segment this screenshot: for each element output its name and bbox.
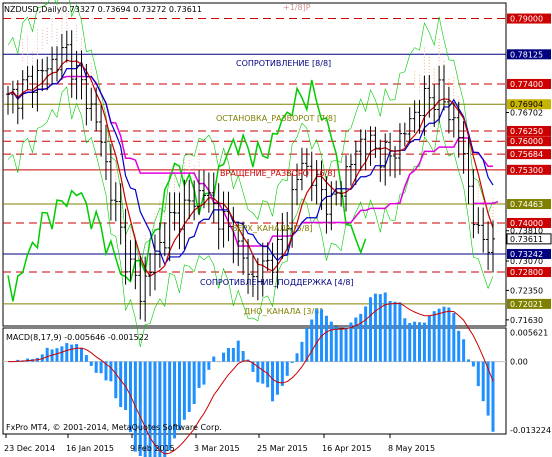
price-axis-label: 0.72021	[510, 300, 543, 309]
price-axis-label: 0.75300	[510, 166, 543, 175]
time-axis-label: 8 May 2015	[388, 444, 435, 453]
time-axis-label: 16 Jan 2015	[66, 444, 114, 453]
price-axis-label: 0.77400	[510, 80, 543, 89]
time-axis-label: 9 Feb 2015	[130, 444, 175, 453]
top-marker-label: +1/8]P	[283, 3, 311, 12]
price-axis-label: 0.76000	[510, 137, 543, 146]
level-label: ОСТАНОВКА_РАЗВОРОТ [7/8]	[216, 114, 336, 123]
time-axis-label: 23 Dec 2014	[4, 444, 55, 453]
chart-header-ohlc: 0.73327 0.73694 0.73272 0.73611	[62, 5, 202, 14]
level-label: СОПРОТИВЛЕНИЕ_ПОДДЕРЖКА [4/8]	[200, 278, 354, 287]
price-axis-label: 0.78125	[510, 50, 543, 59]
level-label: СОПРОТИВЛЕНИЕ [8/8]	[236, 59, 331, 68]
price-axis-label: 0.75684	[510, 150, 543, 159]
macd-scale-bottom: -0.013224	[510, 426, 551, 435]
level-label: ВРАЩЕНИЕ_РАЗВОРОТ [6/8]	[220, 169, 336, 178]
time-axis-label: 25 Mar 2015	[257, 444, 308, 453]
macd-label: MACD(8,17,9) -0.005646 -0.001522	[6, 333, 149, 342]
chart-window[interactable]: СОПРОТИВЛЕНИЕ [8/8] ОСТАНОВКА_РАЗВОРОТ [7…	[0, 0, 552, 457]
macd-scale-zero: 0.00	[510, 358, 528, 367]
chart-header-symbol: NZDUSD,Daily	[4, 5, 62, 14]
price-axis-label: 0.71630	[510, 316, 543, 325]
time-axis-label: 16 Apr 2015	[322, 444, 371, 453]
price-axis-label: 0.76702	[510, 108, 543, 117]
level-label: ВЕРХ_КАНАЛА [5/8]	[232, 224, 313, 233]
current-price-label: 0.73611	[510, 235, 543, 244]
time-axis-label: 3 Mar 2015	[194, 444, 240, 453]
price-axis-label: 0.72350	[510, 286, 543, 295]
price-axis-label: 0.72800	[510, 268, 543, 277]
kijun-sen-line	[7, 75, 493, 247]
macd-scale-top: 0.005621	[510, 329, 548, 338]
level-label: ДНО_КАНАЛА [3/8]	[244, 307, 322, 316]
price-axis-label: 0.76250	[510, 127, 543, 136]
price-axis-label: 0.73070	[510, 257, 543, 266]
copyright-label: FxPro MT4, © 2001-2014, MetaQuotes Softw…	[6, 423, 222, 432]
price-axis-label: 0.74463	[510, 200, 543, 209]
price-axis-label: 0.79000	[510, 15, 543, 24]
